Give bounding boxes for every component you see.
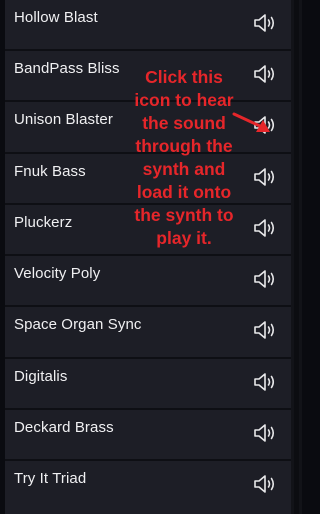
preset-row-deckard-brass[interactable]: Deckard Brass	[5, 408, 291, 456]
speaker-icon[interactable]	[253, 319, 279, 341]
preset-name: Unison Blaster	[14, 111, 113, 128]
annotation-arrow	[232, 112, 270, 132]
preset-name: Hollow Blast	[14, 9, 98, 26]
speaker-icon[interactable]	[253, 422, 279, 444]
speaker-icon[interactable]	[253, 268, 279, 290]
preset-name: Fnuk Bass	[14, 163, 86, 180]
scrollbar[interactable]	[291, 0, 302, 514]
preset-name: Try It Triad	[14, 470, 87, 487]
instruction-annotation: Click this icon to hear the sound throug…	[134, 67, 234, 248]
speaker-icon[interactable]	[253, 12, 279, 34]
preset-name: Pluckerz	[14, 214, 73, 231]
speaker-icon[interactable]	[253, 473, 279, 495]
preset-name: Velocity Poly	[14, 265, 101, 282]
preset-name: Deckard Brass	[14, 419, 114, 436]
scrollbar-thumb[interactable]	[294, 0, 299, 514]
speaker-icon[interactable]	[253, 371, 279, 393]
preset-row-try-it-triad[interactable]: Try It Triad	[5, 459, 291, 507]
preset-row-digitalis[interactable]: Digitalis	[5, 357, 291, 405]
preset-name: Digitalis	[14, 368, 68, 385]
preset-name: Space Organ Sync	[14, 316, 142, 333]
preset-row-space-organ-sync[interactable]: Space Organ Sync	[5, 305, 291, 353]
preset-row-velocity-poly[interactable]: Velocity Poly	[5, 254, 291, 302]
preset-row-hollow-blast[interactable]: Hollow Blast	[5, 0, 291, 46]
